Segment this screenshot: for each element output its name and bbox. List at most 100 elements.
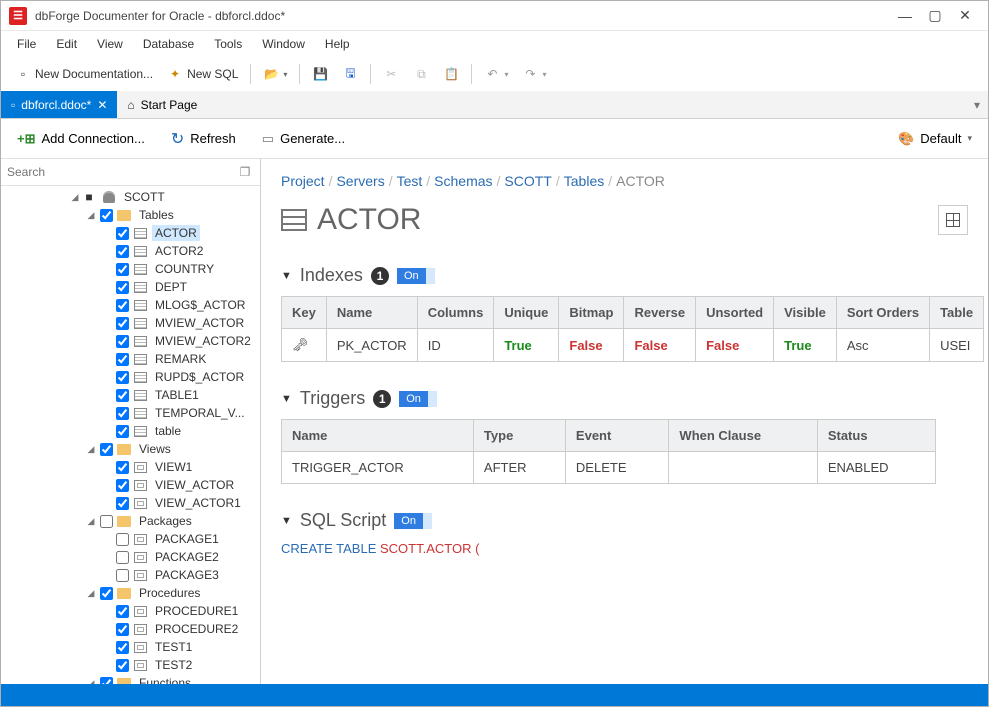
tree-node-label[interactable]: VIEW1 (152, 459, 195, 475)
column-header[interactable]: Columns (417, 297, 494, 329)
collapse-toggle[interactable]: ▼ (281, 515, 292, 527)
tree-node[interactable]: MLOG$_ACTOR (1, 296, 260, 314)
include-checkbox[interactable] (116, 641, 129, 654)
table-row[interactable]: 🗝PK_ACTORIDTrueFalseFalseFalseTrueAscUSE… (282, 329, 984, 362)
column-header[interactable]: Unsorted (696, 297, 774, 329)
tree-node[interactable]: PACKAGE3 (1, 566, 260, 584)
tree-node-label[interactable]: PACKAGE2 (152, 549, 222, 565)
new-documentation-button[interactable]: ▫ New Documentation... (9, 63, 159, 85)
tree-node-label[interactable]: Packages (136, 513, 195, 529)
column-header[interactable]: Unique (494, 297, 559, 329)
tree-node-label[interactable]: DEPT (152, 279, 190, 295)
tree-node[interactable]: ◢Views (1, 440, 260, 458)
table-row[interactable]: TRIGGER_ACTORAFTERDELETEENABLED (282, 452, 936, 484)
tree-node[interactable]: TEST1 (1, 638, 260, 656)
redo-button[interactable]: ↷▾ (516, 63, 552, 85)
tree-node[interactable]: TEST2 (1, 656, 260, 674)
tree-node[interactable]: PROCEDURE2 (1, 620, 260, 638)
tree-node[interactable]: VIEW_ACTOR (1, 476, 260, 494)
column-header[interactable]: When Clause (669, 420, 817, 452)
tree-node-label[interactable]: PROCEDURE1 (152, 603, 241, 619)
layout-grid-button[interactable] (938, 205, 968, 235)
column-header[interactable]: Name (282, 420, 474, 452)
column-header[interactable]: Sort Orders (836, 297, 929, 329)
expand-toggle[interactable]: ◢ (85, 444, 97, 455)
tree-node[interactable]: ◢ Tables (1, 206, 260, 224)
close-button[interactable]: ✕ (950, 6, 980, 26)
menu-edit[interactable]: Edit (46, 33, 87, 55)
expand-toggle[interactable]: ◢ (85, 210, 97, 221)
expand-toggle[interactable]: ◢ (85, 588, 97, 599)
include-checkbox[interactable] (116, 227, 129, 240)
search-input[interactable] (7, 165, 232, 179)
breadcrumb-item[interactable]: SCOTT (504, 173, 551, 189)
include-checkbox[interactable] (100, 587, 113, 600)
section-toggle-on[interactable]: On (397, 268, 426, 284)
tree-node[interactable]: ◢■SCOTT (1, 188, 260, 206)
tree-node-label[interactable]: COUNTRY (152, 261, 217, 277)
include-checkbox[interactable] (116, 623, 129, 636)
tree-node[interactable]: PROCEDURE1 (1, 602, 260, 620)
include-checkbox[interactable] (116, 389, 129, 402)
include-checkbox[interactable] (116, 335, 129, 348)
tree-node[interactable]: TABLE1 (1, 386, 260, 404)
tree-node[interactable]: ◢Packages (1, 512, 260, 530)
include-checkbox[interactable] (100, 209, 113, 222)
tree-node-label[interactable]: ACTOR2 (152, 243, 206, 259)
tree-node[interactable]: VIEW1 (1, 458, 260, 476)
object-tree[interactable]: ◢■SCOTT◢TablesACTORACTOR2COUNTRYDEPTMLOG… (1, 186, 260, 684)
tree-node-label[interactable]: Functions (136, 675, 194, 684)
breadcrumb-item[interactable]: Schemas (434, 173, 492, 189)
menu-database[interactable]: Database (133, 33, 204, 55)
open-button[interactable]: 📂▾ (257, 63, 293, 85)
tree-node-label[interactable]: Tables (136, 207, 177, 223)
tree-node-label[interactable]: MVIEW_ACTOR2 (152, 333, 254, 349)
tree-node[interactable]: RUPD$_ACTOR (1, 368, 260, 386)
menu-view[interactable]: View (87, 33, 133, 55)
include-checkbox[interactable] (116, 353, 129, 366)
tree-node[interactable]: MVIEW_ACTOR2 (1, 332, 260, 350)
tab-dbforcl-ddoc-[interactable]: ▫dbforcl.ddoc*✕ (1, 91, 117, 118)
include-checkbox[interactable] (116, 245, 129, 258)
include-checkbox[interactable] (100, 443, 113, 456)
menu-tools[interactable]: Tools (204, 33, 252, 55)
minimize-button[interactable]: — (890, 6, 920, 26)
tab-start-page[interactable]: ⌂Start Page (117, 91, 207, 118)
tree-node[interactable]: REMARK (1, 350, 260, 368)
tab-overflow-button[interactable]: ▾ (966, 91, 988, 118)
expand-toggle[interactable]: ◢ (85, 678, 97, 685)
breadcrumb-item[interactable]: Project (281, 173, 325, 189)
generate-button[interactable]: ▭ Generate... (256, 127, 351, 151)
tree-node-label[interactable]: PROCEDURE2 (152, 621, 241, 637)
column-header[interactable]: Reverse (624, 297, 696, 329)
tree-node-label[interactable]: PACKAGE3 (152, 567, 222, 583)
column-header[interactable]: Bitmap (559, 297, 624, 329)
content-panel[interactable]: Project/Servers/Test/Schemas/SCOTT/Table… (261, 159, 988, 684)
paste-button[interactable]: 📋 (437, 63, 465, 85)
include-checkbox[interactable] (116, 281, 129, 294)
cut-button[interactable]: ✂ (377, 63, 405, 85)
include-checkbox[interactable] (116, 317, 129, 330)
menu-window[interactable]: Window (252, 33, 315, 55)
section-toggle-on[interactable]: On (399, 391, 428, 407)
tree-node[interactable]: PACKAGE2 (1, 548, 260, 566)
tree-node-label[interactable]: RUPD$_ACTOR (152, 369, 247, 385)
tree-node[interactable]: PACKAGE1 (1, 530, 260, 548)
tree-node-label[interactable]: TEST1 (152, 639, 195, 655)
breadcrumb-item[interactable]: Servers (336, 173, 384, 189)
column-header[interactable]: Table (930, 297, 984, 329)
include-checkbox[interactable] (116, 407, 129, 420)
menu-help[interactable]: Help (315, 33, 360, 55)
add-connection-button[interactable]: +⊞ Add Connection... (11, 127, 151, 151)
include-checkbox[interactable] (116, 425, 129, 438)
collapse-toggle[interactable]: ▼ (281, 270, 292, 282)
save-all-button[interactable]: 🖫 (336, 63, 364, 85)
tree-node[interactable]: DEPT (1, 278, 260, 296)
maximize-button[interactable]: ▢ (920, 6, 950, 26)
collapse-toggle[interactable]: ▼ (281, 393, 292, 405)
include-checkbox[interactable] (116, 569, 129, 582)
include-checkbox[interactable] (116, 299, 129, 312)
tree-node-label[interactable]: SCOTT (121, 189, 168, 205)
tree-node-label[interactable]: VIEW_ACTOR (152, 477, 237, 493)
tree-node[interactable]: table (1, 422, 260, 440)
